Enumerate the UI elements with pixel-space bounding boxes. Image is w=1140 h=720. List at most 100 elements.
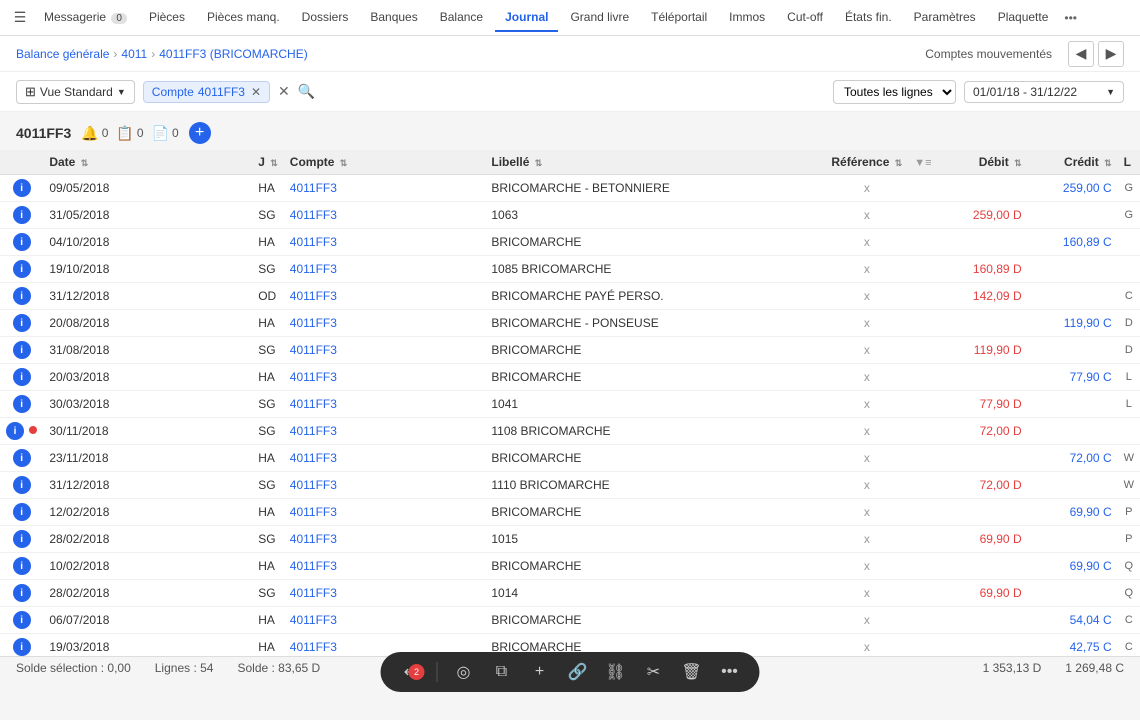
nav-item-pieces[interactable]: Pièces	[139, 4, 195, 32]
col-libelle[interactable]: Libellé ⇅	[485, 150, 825, 175]
info-icon[interactable]: i	[13, 530, 31, 548]
float-cut-button[interactable]: ✂	[642, 660, 666, 684]
nav-item-etats-fin[interactable]: États fin.	[835, 4, 902, 32]
col-debit[interactable]: Débit ⇅	[938, 150, 1028, 175]
nav-more-button[interactable]: •••	[1064, 11, 1077, 25]
info-icon[interactable]: i	[13, 233, 31, 251]
more-icon: •••	[721, 663, 738, 681]
nav-item-messagerie[interactable]: Messagerie 0	[34, 4, 137, 32]
add-entry-button[interactable]: +	[189, 122, 211, 144]
nav-item-teleportail[interactable]: Téléportail	[641, 4, 717, 32]
float-link-button[interactable]: 🔗	[566, 660, 590, 684]
info-icon[interactable]: i	[13, 611, 31, 629]
date-range-select[interactable]: 01/01/18 - 31/12/22 ▼	[964, 81, 1124, 103]
nav-item-dossiers[interactable]: Dossiers	[292, 4, 359, 32]
prev-compte-button[interactable]: ◀	[1068, 41, 1094, 67]
table-row[interactable]: i 20/08/2018 HA 4011FF3 BRICOMARCHE - PO…	[0, 310, 1140, 337]
table-row[interactable]: i 09/05/2018 HA 4011FF3 BRICOMARCHE - BE…	[0, 175, 1140, 202]
row-compte[interactable]: 4011FF3	[284, 472, 486, 499]
clear-filter-button[interactable]: ✕	[278, 83, 290, 100]
col-compte[interactable]: Compte ⇅	[284, 150, 486, 175]
info-icon[interactable]: i	[13, 206, 31, 224]
nav-item-cut-off[interactable]: Cut-off	[777, 4, 833, 32]
col-date[interactable]: Date ⇅	[43, 150, 252, 175]
float-undo-button[interactable]: ↩ 2	[399, 660, 423, 684]
col-reference[interactable]: Référence ⇅	[825, 150, 908, 175]
row-compte[interactable]: 4011FF3	[284, 310, 486, 337]
row-compte[interactable]: 4011FF3	[284, 607, 486, 634]
row-compte[interactable]: 4011FF3	[284, 175, 486, 202]
row-compte[interactable]: 4011FF3	[284, 526, 486, 553]
table-row[interactable]: i 23/11/2018 HA 4011FF3 BRICOMARCHE x 72…	[0, 445, 1140, 472]
row-compte[interactable]: 4011FF3	[284, 553, 486, 580]
table-row[interactable]: i 31/12/2018 OD 4011FF3 BRICOMARCHE PAYÉ…	[0, 283, 1140, 310]
row-info-icon-cell: i	[0, 472, 43, 499]
row-compte[interactable]: 4011FF3	[284, 364, 486, 391]
row-compte[interactable]: 4011FF3	[284, 418, 486, 445]
row-compte[interactable]: 4011FF3	[284, 337, 486, 364]
breadcrumb-balance-generale[interactable]: Balance générale	[16, 47, 109, 61]
lines-filter-select[interactable]: Toutes les lignes Non lettrées Lettrées	[833, 80, 956, 104]
info-icon[interactable]: i	[6, 422, 24, 440]
search-button[interactable]: 🔍	[298, 83, 315, 100]
nav-item-journal[interactable]: Journal	[495, 4, 558, 32]
info-icon[interactable]: i	[13, 287, 31, 305]
row-compte[interactable]: 4011FF3	[284, 499, 486, 526]
nav-item-parametres[interactable]: Paramètres	[904, 4, 986, 32]
float-add-button[interactable]: +	[528, 660, 552, 684]
nav-item-grand-livre[interactable]: Grand livre	[560, 4, 639, 32]
row-date: 30/03/2018	[43, 391, 252, 418]
float-chain-button[interactable]: ⛓	[604, 660, 628, 684]
row-compte[interactable]: 4011FF3	[284, 445, 486, 472]
row-libelle: BRICOMARCHE - BETONNIERE	[485, 175, 825, 202]
nav-toggle-button[interactable]: ☰	[8, 6, 32, 30]
float-more-button[interactable]: •••	[718, 660, 742, 684]
info-icon[interactable]: i	[13, 449, 31, 467]
info-icon[interactable]: i	[13, 341, 31, 359]
info-icon[interactable]: i	[13, 638, 31, 656]
table-row[interactable]: i 06/07/2018 HA 4011FF3 BRICOMARCHE x 54…	[0, 607, 1140, 634]
info-icon[interactable]: i	[13, 557, 31, 575]
row-compte[interactable]: 4011FF3	[284, 391, 486, 418]
table-row[interactable]: i 30/11/2018 SG 4011FF3 1108 BRICOMARCHE…	[0, 418, 1140, 445]
info-icon[interactable]: i	[13, 476, 31, 494]
table-row[interactable]: i 30/03/2018 SG 4011FF3 1041 x 77,90 D L	[0, 391, 1140, 418]
table-row[interactable]: i 28/02/2018 SG 4011FF3 1015 x 69,90 D P	[0, 526, 1140, 553]
float-circle-button[interactable]: ◎	[452, 660, 476, 684]
float-delete-button[interactable]: 🗑	[680, 660, 704, 684]
nav-item-plaquette[interactable]: Plaquette	[988, 4, 1059, 32]
info-icon[interactable]: i	[13, 179, 31, 197]
info-icon[interactable]: i	[13, 314, 31, 332]
row-compte[interactable]: 4011FF3	[284, 229, 486, 256]
nav-item-pieces-manq[interactable]: Pièces manq.	[197, 4, 290, 32]
col-filter[interactable]: ▼≡	[908, 150, 937, 175]
next-compte-button[interactable]: ▶	[1098, 41, 1124, 67]
table-row[interactable]: i 04/10/2018 HA 4011FF3 BRICOMARCHE x 16…	[0, 229, 1140, 256]
table-row[interactable]: i 10/02/2018 HA 4011FF3 BRICOMARCHE x 69…	[0, 553, 1140, 580]
table-row[interactable]: i 28/02/2018 SG 4011FF3 1014 x 69,90 D Q	[0, 580, 1140, 607]
row-compte[interactable]: 4011FF3	[284, 256, 486, 283]
info-icon[interactable]: i	[13, 395, 31, 413]
row-compte[interactable]: 4011FF3	[284, 580, 486, 607]
table-row[interactable]: i 31/12/2018 SG 4011FF3 1110 BRICOMARCHE…	[0, 472, 1140, 499]
table-row[interactable]: i 31/08/2018 SG 4011FF3 BRICOMARCHE x 11…	[0, 337, 1140, 364]
vue-select[interactable]: ⊞ Vue Standard ▼	[16, 80, 135, 104]
table-row[interactable]: i 20/03/2018 HA 4011FF3 BRICOMARCHE x 77…	[0, 364, 1140, 391]
info-icon[interactable]: i	[13, 368, 31, 386]
nav-item-banques[interactable]: Banques	[360, 4, 427, 32]
info-icon[interactable]: i	[13, 260, 31, 278]
compte-tag-remove[interactable]: ✕	[251, 85, 261, 99]
table-row[interactable]: i 19/10/2018 SG 4011FF3 1085 BRICOMARCHE…	[0, 256, 1140, 283]
nav-item-balance[interactable]: Balance	[430, 4, 493, 32]
table-row[interactable]: i 31/05/2018 SG 4011FF3 1063 x 259,00 D …	[0, 202, 1140, 229]
col-credit[interactable]: Crédit ⇅	[1028, 150, 1118, 175]
table-row[interactable]: i 12/02/2018 HA 4011FF3 BRICOMARCHE x 69…	[0, 499, 1140, 526]
info-icon[interactable]: i	[13, 503, 31, 521]
nav-item-immos[interactable]: Immos	[719, 4, 775, 32]
row-compte[interactable]: 4011FF3	[284, 202, 486, 229]
float-copy-button[interactable]: ⧉	[490, 660, 514, 684]
col-j[interactable]: J ⇅	[252, 150, 284, 175]
breadcrumb-4011[interactable]: 4011	[121, 47, 147, 61]
info-icon[interactable]: i	[13, 584, 31, 602]
row-compte[interactable]: 4011FF3	[284, 283, 486, 310]
